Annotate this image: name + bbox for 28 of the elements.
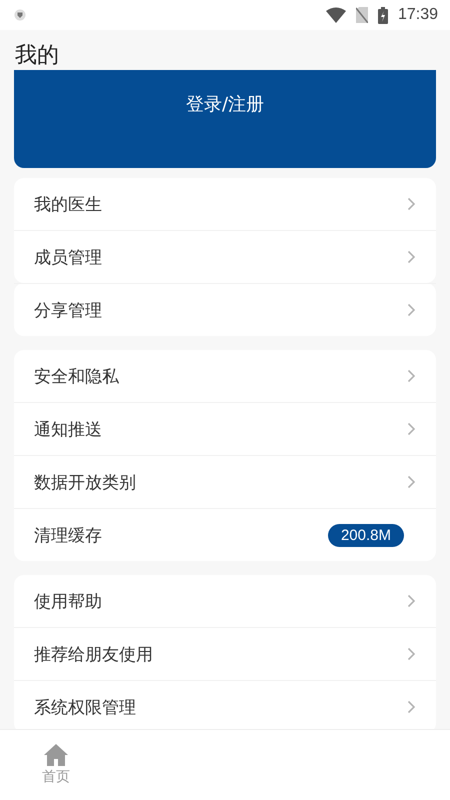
menu-item[interactable]: 安全和隐私 (34, 364, 407, 388)
chevron-icon (407, 197, 416, 211)
no-sim-icon (356, 7, 368, 23)
chevron-icon (407, 303, 416, 317)
chevron-icon (407, 369, 416, 383)
menu-item[interactable]: 系统权限管理 (34, 696, 407, 718)
menu-item[interactable]: 推荐给朋友使用 (34, 642, 407, 666)
menu-item[interactable]: 成员管理 (34, 246, 407, 268)
menu-item[interactable]: 我的医生 (34, 192, 407, 216)
status-time: 17:39 (398, 6, 438, 24)
menu-item[interactable]: 通知推送 (34, 418, 407, 440)
chevron-icon (407, 250, 416, 264)
chevron-icon (407, 647, 416, 661)
menu-item[interactable]: 数据开放类别 (34, 470, 407, 494)
menu-item[interactable]: 分享管理 (34, 298, 407, 322)
battery-icon (378, 6, 388, 24)
cache-size-badge: 200.8M (328, 524, 404, 546)
wifi-icon (326, 7, 346, 23)
home-icon (44, 744, 68, 766)
chevron-icon (407, 475, 416, 489)
chevron-icon (407, 700, 416, 714)
chevron-icon (407, 594, 416, 608)
shield-icon (14, 9, 26, 21)
chevron-icon (407, 422, 416, 436)
menu-item[interactable]: 清理缓存 (34, 524, 328, 546)
page-title: 我的 (14, 42, 60, 70)
menu-item[interactable]: 使用帮助 (34, 590, 407, 612)
login-button[interactable]: 登录/注册 (14, 70, 436, 168)
